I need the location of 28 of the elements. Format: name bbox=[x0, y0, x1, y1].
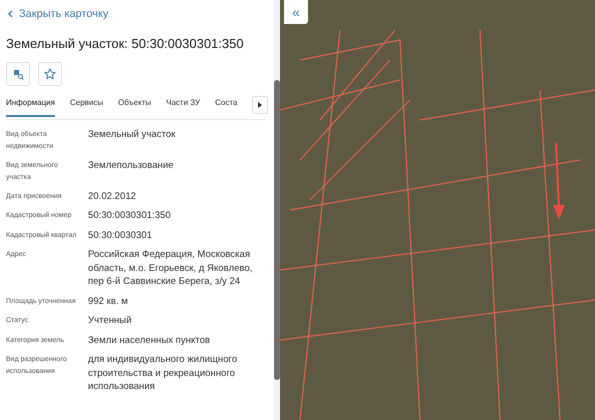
map-search-button[interactable] bbox=[6, 62, 30, 86]
tab[interactable]: Объекты bbox=[118, 97, 152, 117]
close-card-link[interactable]: Закрыть карточку bbox=[6, 6, 266, 22]
caret-right-icon bbox=[258, 102, 262, 108]
property-value: 992 кв. м bbox=[88, 294, 129, 308]
tab[interactable]: Части ЗУ bbox=[166, 97, 200, 117]
property-value: 50:30:0030301:350 bbox=[88, 209, 172, 222]
property-value: 20.02.2012 bbox=[88, 190, 138, 203]
card-title: Земельный участок: 50:30:0030301:350 bbox=[6, 34, 245, 52]
satellite-map-placeholder[interactable]: « bbox=[280, 0, 595, 420]
scrollbar[interactable] bbox=[274, 0, 280, 420]
property-value: 50:30:0030301 bbox=[88, 228, 154, 242]
property-value: Учтенный bbox=[88, 314, 133, 328]
tab[interactable]: Сервисы bbox=[70, 97, 104, 117]
star-icon bbox=[44, 68, 56, 80]
arrow-icon bbox=[552, 143, 566, 221]
parcel-search-icon bbox=[12, 68, 24, 80]
favorite-button[interactable] bbox=[38, 62, 62, 86]
chevron-left-icon bbox=[8, 10, 13, 18]
tabs-next-button[interactable] bbox=[252, 96, 268, 114]
property-value: Земли населенных пунктов bbox=[88, 334, 211, 347]
tab[interactable]: Информация bbox=[6, 97, 55, 117]
property-value: Землепользование bbox=[88, 158, 175, 172]
collapse-panel-button[interactable]: « bbox=[284, 0, 308, 24]
tab[interactable]: Соста bbox=[215, 97, 238, 117]
property-value: для индивидуального жилищного строительства и рекреационного использования bbox=[88, 353, 238, 394]
property-value: Российская Федерация, Московская область, м.о. Егорьевск, д Яковлево, пер 6-й Саввинские Берега, з/у 24 bbox=[88, 248, 254, 288]
property-value: Земельный участок bbox=[88, 128, 176, 142]
